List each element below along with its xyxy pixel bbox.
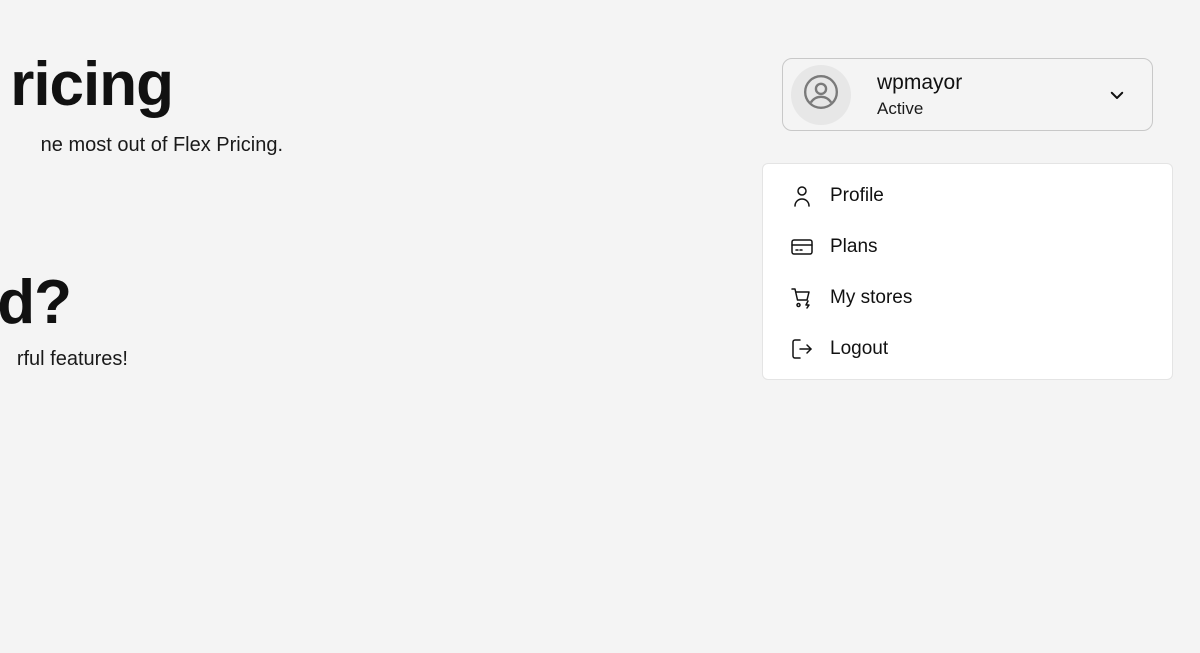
hero-section: ricing ne most out of Flex Pricing. bbox=[0, 54, 480, 157]
account-status: Active bbox=[877, 98, 924, 118]
section-title: d? bbox=[0, 268, 72, 337]
menu-item-profile[interactable]: Profile bbox=[763, 170, 1172, 221]
section-subtitle: rful features! bbox=[16, 348, 128, 370]
menu-item-label: Plans bbox=[830, 235, 878, 257]
account-info: wpmayor Active bbox=[877, 70, 962, 120]
account-menu-toggle[interactable]: wpmayor Active bbox=[782, 58, 1153, 131]
menu-item-label: My stores bbox=[830, 286, 913, 308]
chevron-down-icon[interactable] bbox=[1108, 86, 1126, 104]
cart-icon bbox=[790, 286, 814, 310]
page-title: ricing bbox=[10, 50, 174, 119]
menu-item-my-stores[interactable]: My stores bbox=[763, 272, 1172, 323]
menu-item-label: Logout bbox=[830, 337, 889, 359]
logout-icon bbox=[790, 337, 814, 361]
avatar bbox=[791, 64, 851, 125]
menu-item-label: Profile bbox=[830, 184, 884, 206]
user-circle-icon bbox=[802, 73, 840, 116]
account-username: wpmayor bbox=[877, 70, 963, 94]
credit-card-icon bbox=[790, 235, 814, 259]
menu-item-plans[interactable]: Plans bbox=[763, 221, 1172, 272]
account-dropdown-menu: Profile Plans My stores Logout bbox=[762, 163, 1173, 380]
user-icon bbox=[790, 184, 814, 208]
page: ricing ne most out of Flex Pricing. d? r… bbox=[0, 0, 1200, 653]
page-subtitle: ne most out of Flex Pricing. bbox=[40, 134, 283, 156]
menu-item-logout[interactable]: Logout bbox=[763, 323, 1172, 374]
